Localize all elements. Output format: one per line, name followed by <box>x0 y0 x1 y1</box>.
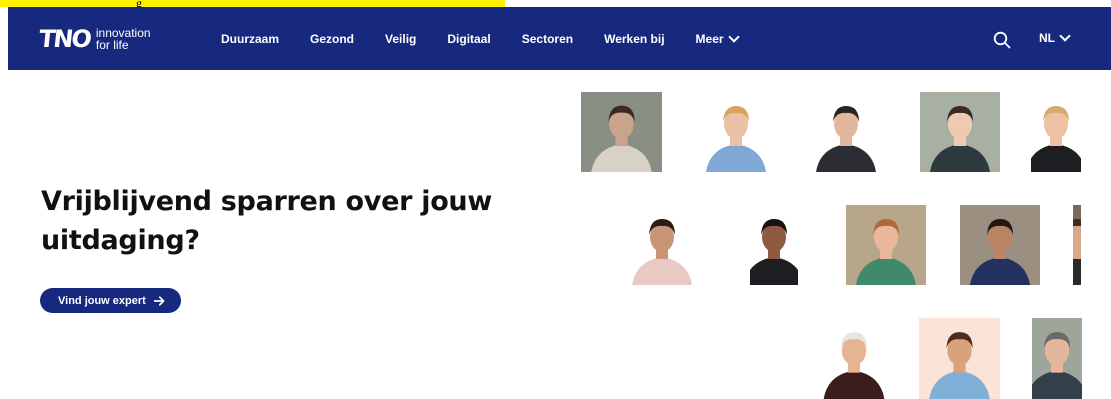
expert-photo-13 <box>1032 318 1082 399</box>
language-label: NL <box>1039 31 1055 45</box>
main-navigation-bar: TNO innovation for life Duurzaam Gezond … <box>8 7 1111 70</box>
expert-photo-9 <box>960 205 1040 285</box>
nav-item-digitaal[interactable]: Digitaal <box>447 32 490 46</box>
nav-item-meer[interactable]: Meer <box>695 30 740 46</box>
nav-item-veilig[interactable]: Veilig <box>385 32 416 46</box>
expert-photo-7 <box>750 205 798 285</box>
nav-item-label: Sectoren <box>521 31 574 46</box>
expert-photo-12 <box>919 318 1000 399</box>
expert-photo-10 <box>1073 205 1081 285</box>
nav-item-label: Duurzaam <box>221 31 280 46</box>
tno-logo[interactable]: TNO innovation for life <box>37 22 158 56</box>
expert-photo-8 <box>846 205 926 285</box>
nav-item-label: Gezond <box>310 31 355 46</box>
arrow-right-icon <box>153 295 165 306</box>
logo-wordmark: TNO <box>37 25 92 53</box>
expert-photo-2 <box>700 92 772 172</box>
search-icon[interactable] <box>993 31 1011 49</box>
language-selector[interactable]: NL <box>1039 30 1071 45</box>
expert-photo-3 <box>806 92 886 172</box>
nav-item-duurzaam[interactable]: Duurzaam <box>221 32 279 46</box>
nav-item-label: Veilig <box>385 31 417 46</box>
expert-photo-11 <box>820 318 888 399</box>
find-expert-button[interactable]: Vind jouw expert <box>40 288 181 313</box>
primary-nav: Duurzaam Gezond Veilig Digitaal Sectoren… <box>221 7 769 70</box>
expert-photo-4 <box>920 92 1000 172</box>
logo-tagline: innovation for life <box>95 26 151 52</box>
nav-item-label: Meer <box>695 31 724 46</box>
nav-item-gezond[interactable]: Gezond <box>310 32 354 46</box>
top-highlight-banner: g <box>0 0 505 7</box>
nav-item-werken-bij[interactable]: Werken bij <box>604 32 664 46</box>
expert-photo-1 <box>581 92 662 172</box>
nav-item-sectoren[interactable]: Sectoren <box>522 32 573 46</box>
nav-item-label: Digitaal <box>447 31 491 46</box>
nav-item-label: Werken bij <box>604 31 665 46</box>
chevron-down-icon <box>727 30 740 43</box>
hero-title: Vrijblijvend sparren over jouw uitdaging… <box>41 186 493 256</box>
chevron-down-icon <box>1059 30 1071 42</box>
find-expert-label: Vind jouw expert <box>58 294 146 307</box>
expert-photo-6 <box>631 205 693 285</box>
banner-text: g <box>136 0 142 7</box>
expert-photo-5 <box>1031 92 1081 172</box>
